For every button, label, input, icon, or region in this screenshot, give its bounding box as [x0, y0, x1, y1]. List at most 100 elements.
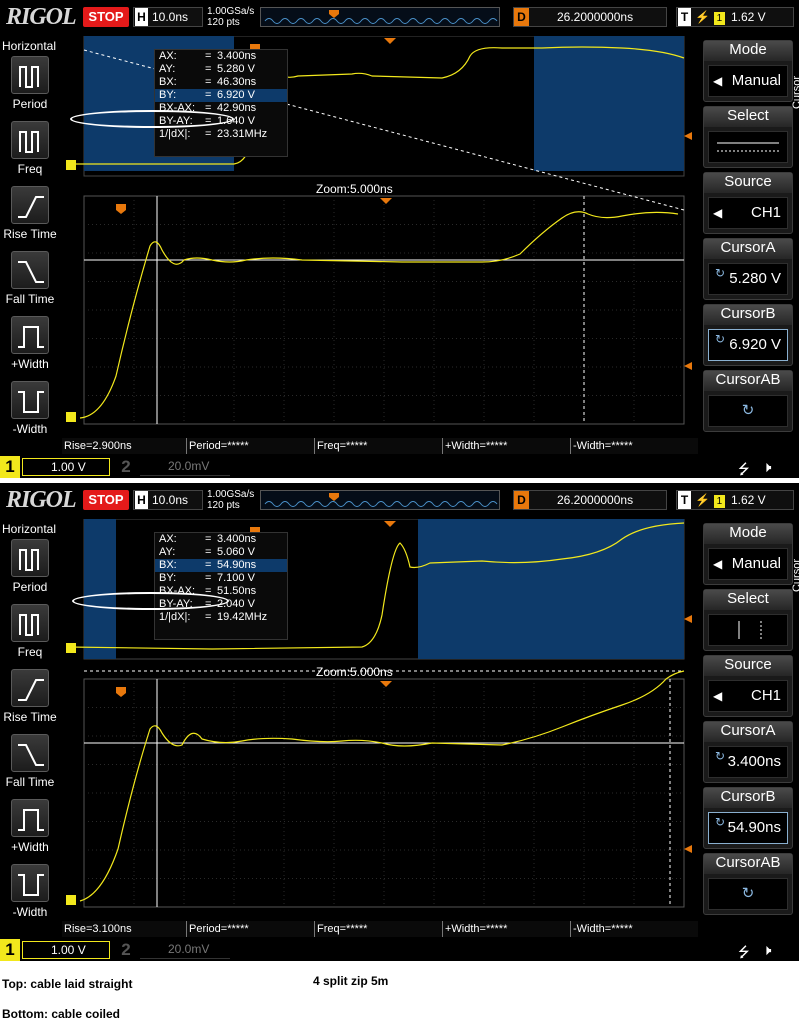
rise-time-icon: [11, 186, 49, 224]
measure-neg-width-button[interactable]: -Width: [0, 381, 60, 436]
readout-value: 51.50ns: [217, 585, 257, 597]
acquisition-info: 1.00GSa/s 120 pts: [207, 6, 254, 28]
top-status-bar: RIGOL STOP H 10.0ns 1.00GSa/s 120 pts D 26.…: [0, 483, 799, 519]
select-softkey[interactable]: Select: [703, 589, 793, 651]
h-label: H: [135, 491, 148, 509]
readout-key: BY:: [159, 572, 177, 584]
freq-label: Freq: [17, 645, 43, 659]
cursor-ab-softkey[interactable]: CursorAB ↻: [703, 370, 793, 432]
mode-softkey[interactable]: Mode ◀ Manual: [703, 40, 793, 102]
source-value-box: ◀ CH1: [708, 197, 788, 229]
speaker-icon[interactable]: 🕨: [762, 458, 771, 476]
select-value-box: [708, 131, 788, 163]
measure-rise-time-button[interactable]: Rise Time: [0, 186, 60, 241]
readout-equals: =: [205, 50, 212, 62]
period-label: Period: [12, 97, 48, 111]
ch1-indicator[interactable]: 1: [0, 939, 20, 961]
horizontal-measure-menu: Horizontal Period Freq Rise Time Fall Ti…: [0, 519, 60, 929]
pos-width-icon: [11, 316, 49, 354]
cursor-b-value: 6.920 V: [729, 336, 781, 353]
speaker-icon[interactable]: 🕨: [762, 941, 771, 959]
measure-freq-button[interactable]: Freq: [0, 121, 60, 176]
cursor-menu: Cursor Mode ◀ Manual Select Source ◀ CH1 C…: [700, 519, 799, 929]
cursor-a-title: CursorA: [704, 239, 792, 259]
measure-pos-width-button[interactable]: +Width: [0, 799, 60, 854]
measure-fall-time-button[interactable]: Fall Time: [0, 734, 60, 789]
measure-fall-time-button[interactable]: Fall Time: [0, 251, 60, 306]
trigger-delay[interactable]: D 26.2000000ns: [513, 490, 667, 510]
ch2-scale[interactable]: 20.0mV: [140, 941, 230, 959]
trig-channel: 1: [713, 495, 725, 508]
trig-label: T: [678, 8, 691, 26]
sample-rate: 1.00GSa/s: [207, 489, 255, 500]
scope-screenshot-bottom: RIGOL STOP H 10.0ns 1.00GSa/s 120 pts D 26.…: [0, 483, 799, 961]
trig-channel: 1: [713, 12, 725, 25]
cursor-ab-softkey[interactable]: CursorAB ↻: [703, 853, 793, 915]
rising-edge-icon: ⚡: [695, 10, 710, 24]
ch2-scale-value: 20.0mV: [168, 459, 210, 473]
menu-title: Horizontal: [2, 39, 57, 53]
mode-title: Mode: [704, 524, 792, 544]
select-value-box: [708, 614, 788, 646]
readout-value: 6.920 V: [217, 89, 255, 101]
cursor-readout-box: AX: = 3.400ns AY: = 5.060 V BX: = 54.90ns BY: = 7.1…: [154, 532, 288, 640]
readout-key: AX:: [159, 533, 177, 545]
readout-value: 5.280 V: [217, 63, 255, 75]
ch1-scale[interactable]: 1.00 V: [22, 458, 110, 476]
ch2-scale[interactable]: 20.0mV: [140, 458, 230, 476]
usb-icon: ⭍: [738, 945, 750, 961]
trigger-settings[interactable]: T ⚡ 1 1.62 V: [676, 490, 794, 510]
neg-width-measurement: -Width=*****: [573, 440, 633, 452]
neg-width-icon: [11, 864, 49, 902]
run-stop-indicator[interactable]: STOP: [83, 7, 129, 27]
source-softkey[interactable]: Source ◀ CH1: [703, 172, 793, 234]
delay-label: D: [514, 8, 529, 26]
zoom-label: Zoom:5.000ns: [316, 665, 393, 679]
readout-key: 1/|dX|:: [159, 128, 191, 140]
rise-time-label: Rise Time: [3, 710, 57, 724]
period-icon: [11, 539, 49, 577]
run-stop-indicator[interactable]: STOP: [83, 490, 129, 510]
readout-key: AY:: [159, 546, 176, 558]
horizontal-timebase[interactable]: H 10.0ns: [133, 490, 203, 510]
ch1-indicator[interactable]: 1: [0, 456, 20, 478]
source-softkey[interactable]: Source ◀ CH1: [703, 655, 793, 717]
channel-status-bar: 1 1.00 V 2 20.0mV ⭍ 🕨: [0, 456, 799, 478]
readout-key: BY:: [159, 89, 177, 101]
trig-level: 1.62 V: [730, 493, 766, 507]
arrow-left-icon: ◀: [713, 206, 723, 220]
cursor-a-softkey[interactable]: CursorA ↻ 5.280 V: [703, 238, 793, 300]
cursor-a-value-box: ↻ 3.400ns: [708, 746, 788, 778]
ch2-indicator[interactable]: 2: [116, 456, 136, 478]
waveform-display: AX: = 3.400ns AY: = 5.060 V BX: = 54.90ns BY: = 7.1…: [62, 519, 698, 919]
caption-bottom: Bottom: cable coiled: [2, 1007, 121, 1021]
horizontal-timebase[interactable]: H 10.0ns: [133, 7, 203, 27]
fall-time-label: Fall Time: [5, 292, 55, 306]
cursor-a-softkey[interactable]: CursorA ↻ 3.400ns: [703, 721, 793, 783]
measure-neg-width-button[interactable]: -Width: [0, 864, 60, 919]
delay-value: 26.2000000ns: [557, 493, 634, 507]
top-status-bar: RIGOL STOP H 10.0ns 1.00GSa/s 120 pts D 26.…: [0, 0, 799, 36]
ch2-indicator[interactable]: 2: [116, 939, 136, 961]
cursor-b-softkey[interactable]: CursorB ↻ 6.920 V: [703, 304, 793, 366]
readout-value: 3.400ns: [217, 50, 257, 62]
readout-equals: =: [205, 572, 212, 584]
measure-period-button[interactable]: Period: [0, 56, 60, 111]
cursor-readout-row: BX: = 54.90ns: [155, 559, 287, 572]
knob-icon: ↻: [708, 395, 788, 427]
trigger-settings[interactable]: T ⚡ 1 1.62 V: [676, 7, 794, 27]
measure-pos-width-button[interactable]: +Width: [0, 316, 60, 371]
measure-rise-time-button[interactable]: Rise Time: [0, 669, 60, 724]
cursor-b-softkey[interactable]: CursorB ↻ 54.90ns: [703, 787, 793, 849]
measure-period-button[interactable]: Period: [0, 539, 60, 594]
ch1-scale[interactable]: 1.00 V: [22, 941, 110, 959]
mode-softkey[interactable]: Mode ◀ Manual: [703, 523, 793, 585]
trigger-delay[interactable]: D 26.2000000ns: [513, 7, 667, 27]
cursor-readout-row: BY: = 6.920 V: [155, 89, 287, 102]
trig-label: T: [678, 491, 691, 509]
measure-freq-button[interactable]: Freq: [0, 604, 60, 659]
cursor-readout-row: AY: = 5.280 V: [155, 63, 287, 76]
select-softkey[interactable]: Select: [703, 106, 793, 168]
overview-left-window: [84, 519, 116, 659]
freq-icon: [11, 604, 49, 642]
